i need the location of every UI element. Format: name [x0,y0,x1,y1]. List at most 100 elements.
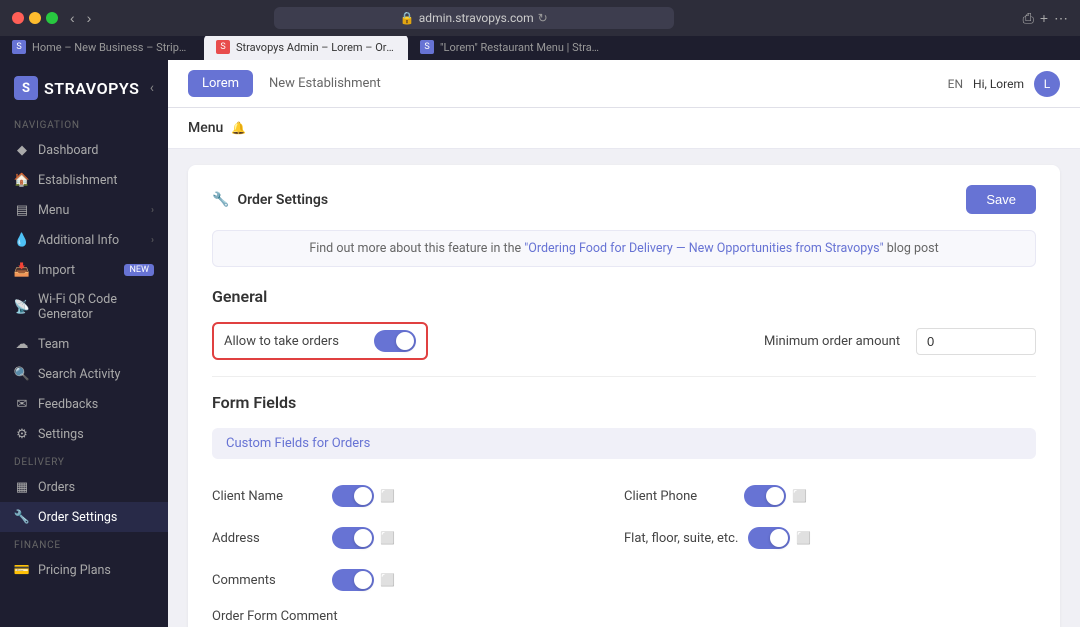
toggle-client-phone[interactable] [744,485,786,507]
share-button[interactable]: ⎙ [1023,10,1034,27]
page-content-scroll: 🔧 Order Settings Save Find out more abou… [168,149,1080,627]
field-label-client-name: Client Name [212,489,322,504]
sidebar-label-search-activity: Search Activity [38,367,154,382]
sidebar-label-feedbacks: Feedbacks [38,397,154,412]
tab-lorem-menu[interactable]: S "Lorem" Restaurant Menu | Stravopys [408,36,612,60]
field-label-comments: Comments [212,573,322,588]
toggle-comments-track[interactable] [332,569,374,591]
sidebar-item-establishment[interactable]: 🏠 Establishment [0,165,168,195]
field-actions-client-phone: ⬜ [744,485,807,507]
tab-favicon-stripe: S [12,40,26,54]
settings-icon: ⚙ [14,426,30,442]
address-text: admin.stravopys.com [419,11,534,25]
allow-orders-toggle[interactable] [374,330,416,352]
toggle-address-track[interactable] [332,527,374,549]
sidebar-item-feedbacks[interactable]: ✉ Feedbacks [0,389,168,419]
forward-button[interactable]: › [83,8,96,28]
language-selector[interactable]: EN [948,77,963,91]
new-tab-button[interactable]: + [1040,10,1048,27]
allow-orders-toggle-track[interactable] [374,330,416,352]
edit-icon-address[interactable]: ⬜ [380,531,395,545]
sidebar-item-additional-info[interactable]: 💧 Additional Info › [0,225,168,255]
sidebar-label-team: Team [38,337,154,352]
sidebar-item-settings[interactable]: ⚙ Settings [0,419,168,449]
min-order-input[interactable] [916,328,1036,355]
wifi-qr-icon: 📡 [14,299,30,315]
traffic-light-green[interactable] [46,12,58,24]
form-fields-grid: Client Name ⬜ [212,475,1036,601]
tab-new-establishment[interactable]: New Establishment [255,70,395,97]
browser-actions: ⎙ + ⋯ [1023,10,1068,27]
tab-stripe[interactable]: S Home – New Business – Stripe [Test] [0,36,204,60]
field-row-comments: Comments ⬜ [212,559,624,601]
tab-stripe-label: Home – New Business – Stripe [Test] [32,41,192,54]
sidebar-item-menu[interactable]: ▤ Menu › [0,195,168,225]
additional-info-arrow-icon: › [151,235,154,246]
establishment-icon: 🏠 [14,172,30,188]
traffic-light-yellow[interactable] [29,12,41,24]
traffic-light-red[interactable] [12,12,24,24]
browser-tabs: S Home – New Business – Stripe [Test] S … [0,36,1080,60]
pricing-plans-icon: 💳 [14,562,30,578]
address-bar[interactable]: 🔒 admin.stravopys.com ↻ [274,7,674,29]
card-header: 🔧 Order Settings Save [212,185,1036,214]
extensions-button[interactable]: ⋯ [1054,10,1068,27]
tab-favicon-stravopys: S [216,40,230,54]
sidebar-item-import[interactable]: 📥 Import NEW [0,255,168,285]
general-row: Allow to take orders Minimum [212,322,1036,360]
sidebar-item-dashboard[interactable]: ◆ Dashboard [0,135,168,165]
tab-favicon-lorem: S [420,40,434,54]
form-fields-section: Form Fields Custom Fields for Orders Cli… [212,393,1036,627]
topbar-actions: EN Hi, Lorem L [948,71,1060,97]
order-comment-label: Order Form Comment [212,609,1036,624]
order-settings-card: 🔧 Order Settings Save Find out more abou… [188,165,1060,627]
lock-icon: 🔒 [400,11,415,25]
sidebar-item-order-settings[interactable]: 🔧 Order Settings [0,502,168,532]
toggle-flat-floor[interactable] [748,527,790,549]
sidebar-logo-text: STRAVOPYS [44,79,139,98]
sidebar: S STRAVOPYS ‹ NAVIGATION ◆ Dashboard 🏠 E… [0,60,168,627]
additional-info-icon: 💧 [14,232,30,248]
field-actions-comments: ⬜ [332,569,395,591]
toggle-client-name-track[interactable] [332,485,374,507]
edit-icon-comments[interactable]: ⬜ [380,573,395,587]
info-banner-link[interactable]: "Ordering Food for Delivery — New Opport… [524,241,883,256]
order-comment-section: Order Form Comment [212,609,1036,627]
user-avatar[interactable]: L [1034,71,1060,97]
sidebar-collapse-button[interactable]: ‹ [150,80,154,96]
field-actions-flat-floor: ⬜ [748,527,811,549]
back-button[interactable]: ‹ [66,8,79,28]
bell-icon[interactable]: 🔔 [231,121,246,135]
tab-order-settings[interactable]: S Stravopys Admin – Lorem – Order Settin… [204,36,408,60]
sidebar-item-wifi-qr[interactable]: 📡 Wi-Fi QR Code Generator [0,285,168,329]
toggle-comments[interactable] [332,569,374,591]
dashboard-icon: ◆ [14,142,30,158]
sidebar-item-pricing-plans[interactable]: 💳 Pricing Plans [0,555,168,585]
sidebar-item-orders[interactable]: ▦ Orders [0,472,168,502]
toggle-address[interactable] [332,527,374,549]
toggle-flat-floor-track[interactable] [748,527,790,549]
team-icon: ☁ [14,336,30,352]
sidebar-item-team[interactable]: ☁ Team [0,329,168,359]
save-button[interactable]: Save [966,185,1036,214]
general-section: General Allow to take orders [212,287,1036,360]
edit-icon-flat-floor[interactable]: ⬜ [796,531,811,545]
feedbacks-icon: ✉ [14,396,30,412]
edit-icon-client-phone[interactable]: ⬜ [792,489,807,503]
toggle-client-name[interactable] [332,485,374,507]
topbar: Lorem New Establishment EN Hi, Lorem L [168,60,1080,108]
sidebar-label-import: Import [38,263,116,278]
custom-fields-link[interactable]: Custom Fields for Orders [226,436,370,451]
info-banner: Find out more about this feature in the … [212,230,1036,267]
page-header: Menu 🔔 [168,108,1080,149]
card-title: 🔧 Order Settings [212,192,328,208]
tab-order-settings-label: Stravopys Admin – Lorem – Order Settings [236,41,396,54]
edit-icon-client-name[interactable]: ⬜ [380,489,395,503]
sidebar-item-search-activity[interactable]: 🔍 Search Activity [0,359,168,389]
toggle-client-phone-track[interactable] [744,485,786,507]
app: S STRAVOPYS ‹ NAVIGATION ◆ Dashboard 🏠 E… [0,60,1080,627]
tab-lorem[interactable]: Lorem [188,70,253,97]
toggle-comments-thumb [354,571,372,589]
traffic-lights [12,12,58,24]
nav-section-label: NAVIGATION [0,112,168,135]
